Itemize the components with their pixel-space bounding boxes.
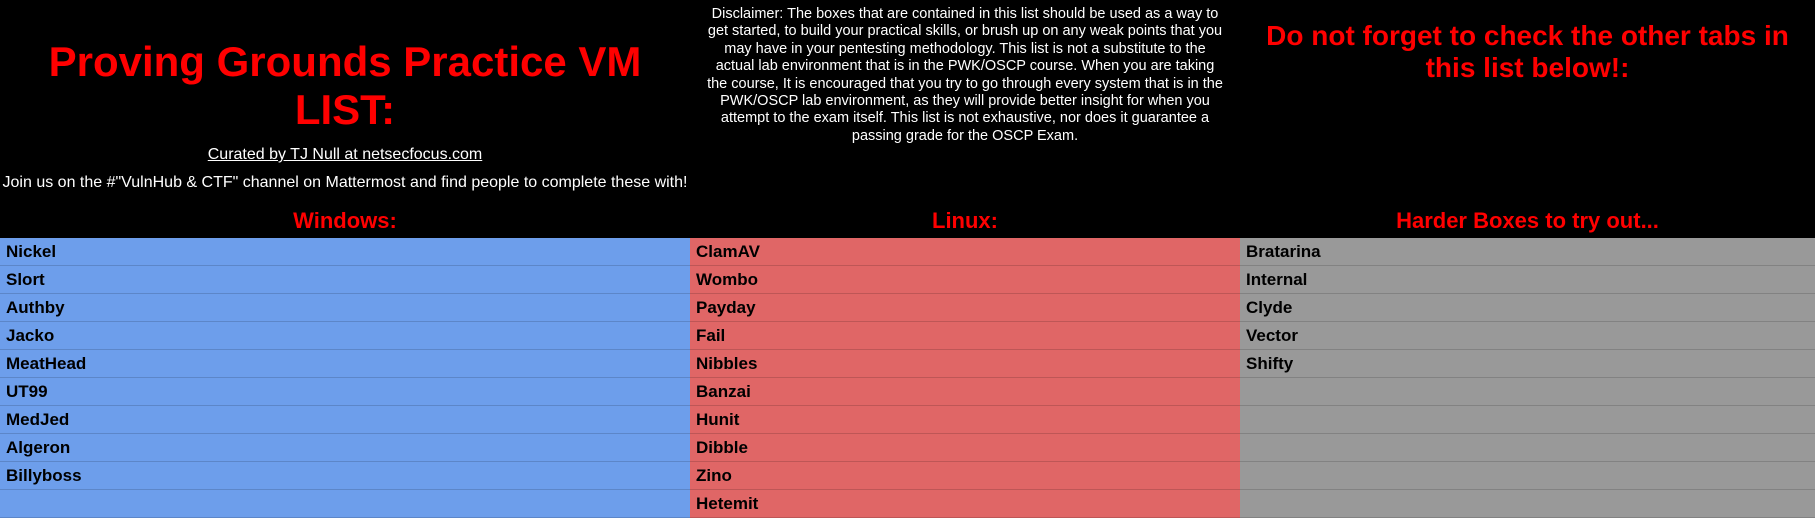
list-item [0,490,690,518]
list-item: Nickel [0,238,690,266]
list-item: Billyboss [0,462,690,490]
list-item: MedJed [0,406,690,434]
list-item: Banzai [690,378,1240,406]
list-item: Authby [0,294,690,322]
reminder-block: Do not forget to check the other tabs in… [1240,0,1815,204]
list-item [1240,434,1815,462]
disclaimer-text: Disclaimer: The boxes that are contained… [690,0,1240,204]
list-item: Bratarina [1240,238,1815,266]
list-item: Vector [1240,322,1815,350]
list-item: Zino [690,462,1240,490]
list-item: UT99 [0,378,690,406]
header-harder: Harder Boxes to try out... [1240,204,1815,238]
top-section: Proving Grounds Practice VM LIST: Curate… [0,0,1815,204]
list-item: MeatHead [0,350,690,378]
list-item: Payday [690,294,1240,322]
list-item: Algeron [0,434,690,462]
header-windows: Windows: [0,204,690,238]
list-item [1240,378,1815,406]
list-item: Dibble [690,434,1240,462]
harder-column: Bratarina Internal Clyde Vector Shifty [1240,238,1815,518]
list-item: Fail [690,322,1240,350]
curated-by: Curated by TJ Null at netsecfocus.com [0,144,690,170]
list-item: Nibbles [690,350,1240,378]
list-item [1240,406,1815,434]
list-item: Internal [1240,266,1815,294]
list-item: Slort [0,266,690,294]
list-item: ClamAV [690,238,1240,266]
page-title: Proving Grounds Practice VM LIST: [0,10,690,144]
list-item: Wombo [690,266,1240,294]
windows-column: Nickel Slort Authby Jacko MeatHead UT99 … [0,238,690,518]
list-item: Shifty [1240,350,1815,378]
list-item: Hetemit [690,490,1240,518]
list-item: Clyde [1240,294,1815,322]
header-linux: Linux: [690,204,1240,238]
reminder-text: Do not forget to check the other tabs in… [1248,20,1807,84]
join-us-text: Join us on the #"VulnHub & CTF" channel … [0,170,690,196]
list-item: Jacko [0,322,690,350]
title-block: Proving Grounds Practice VM LIST: Curate… [0,0,690,204]
lists-row: Nickel Slort Authby Jacko MeatHead UT99 … [0,238,1815,518]
list-item [1240,462,1815,490]
linux-column: ClamAV Wombo Payday Fail Nibbles Banzai … [690,238,1240,518]
list-item: Hunit [690,406,1240,434]
list-item [1240,490,1815,518]
column-headers: Windows: Linux: Harder Boxes to try out.… [0,204,1815,238]
